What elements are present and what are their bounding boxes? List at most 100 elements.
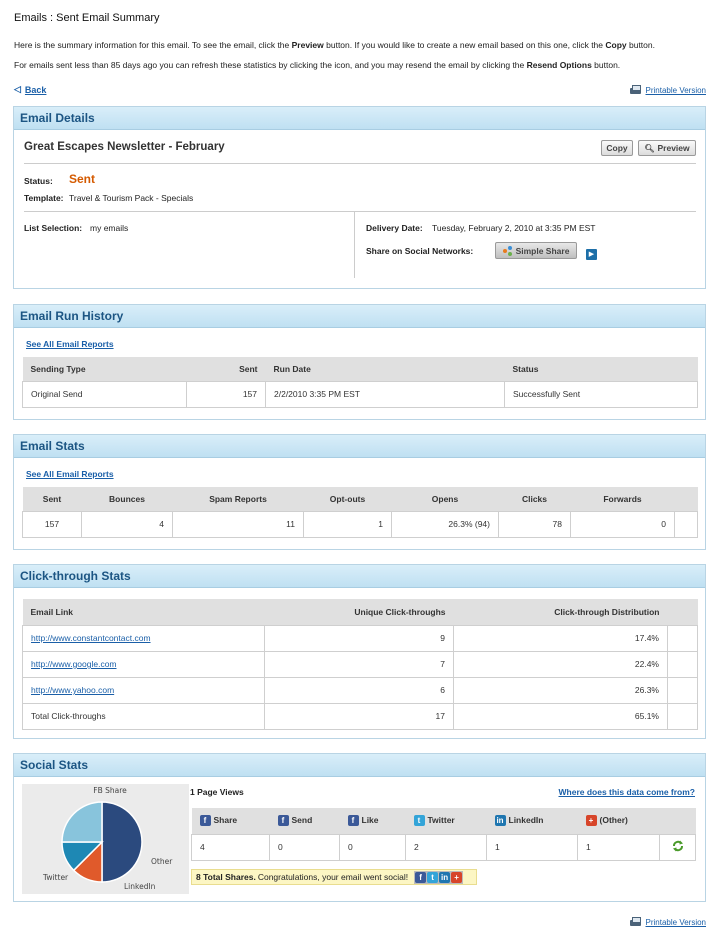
table-cell: 4 xyxy=(81,510,173,538)
social-pie-chart: FB Share Other LinkedIn Twitter xyxy=(22,784,189,894)
template-label: Template: xyxy=(24,193,64,203)
refresh-icon[interactable] xyxy=(672,840,684,852)
email-stats-heading: Email Stats xyxy=(14,435,705,458)
plus-icon: + xyxy=(451,871,463,883)
email-stats-panel: Email Stats See All Email Reports Sent B… xyxy=(13,434,706,550)
printable-version-bottom[interactable]: Printable Version xyxy=(629,917,706,927)
column-header: Unique Click-throughs xyxy=(264,599,454,625)
link-url[interactable]: http://www.yahoo.com xyxy=(31,685,114,695)
preview-button[interactable]: 🔍︎ Preview xyxy=(638,140,696,156)
see-all-reports-link[interactable]: See All Email Reports xyxy=(26,339,114,349)
table-cell: 65.1% xyxy=(453,702,668,730)
column-header: Spam Reports xyxy=(172,487,304,511)
printable-version-link[interactable]: Printable Version xyxy=(646,86,706,95)
social-stats-heading: Social Stats xyxy=(14,754,705,777)
table-cell: 0 xyxy=(339,833,406,861)
data-source-link[interactable]: Where does this data come from? xyxy=(559,787,696,797)
email-details-panel: Email Details Great Escapes Newsletter -… xyxy=(13,106,706,289)
intro-text-preview: Here is the summary information for this… xyxy=(14,40,655,50)
column-header-send: f Send xyxy=(269,808,340,834)
back-link[interactable]: ◁ Back xyxy=(14,84,46,95)
table-cell: 6 xyxy=(264,676,454,704)
table-cell: 26.3% (94) xyxy=(391,510,499,538)
column-header: Forwards xyxy=(570,487,675,511)
simple-share-button[interactable]: Simple Share xyxy=(495,242,577,259)
pie-label-fb-share: FB Share xyxy=(93,786,127,795)
column-header: Sending Type xyxy=(22,357,187,381)
list-selection-value: my emails xyxy=(90,223,129,233)
facebook-icon: f xyxy=(415,871,427,883)
see-all-reports-link[interactable]: See All Email Reports xyxy=(26,469,114,479)
table-cell: 2/2/2010 3:35 PM EST xyxy=(265,380,505,408)
table-cell xyxy=(659,833,696,861)
table-cell: 1 xyxy=(303,510,392,538)
table-row: http://www.yahoo.com 6 26.3% xyxy=(22,676,698,704)
pie-chart-svg: FB Share Other LinkedIn Twitter xyxy=(42,786,173,891)
clickthrough-table: Email Link Unique Click-throughs Click-t… xyxy=(22,599,698,730)
table-cell: 7 xyxy=(264,650,454,678)
column-header: Bounces xyxy=(81,487,173,511)
status-badge: Sent xyxy=(69,172,96,186)
template-value: Travel & Tourism Pack - Specials xyxy=(69,193,194,203)
play-icon[interactable]: ▶ xyxy=(586,249,597,260)
email-stats-table: Sent Bounces Spam Reports Opt-outs Opens… xyxy=(22,487,698,538)
linkedin-icon: in xyxy=(439,871,451,883)
page-views: 1 Page Views xyxy=(190,787,244,797)
table-header-row: Email Link Unique Click-throughs Click-t… xyxy=(22,599,698,625)
table-row: http://www.google.com 7 22.4% xyxy=(22,650,698,678)
table-cell: 22.4% xyxy=(453,650,668,678)
column-header-like: f Like xyxy=(339,808,406,834)
column-header-spacer xyxy=(667,599,698,625)
column-header-twitter: t Twitter xyxy=(405,808,487,834)
pie-slice-fb-share xyxy=(101,801,143,883)
column-header: Email Link xyxy=(22,599,265,625)
printer-icon xyxy=(629,85,642,95)
table-cell: 9 xyxy=(264,624,454,652)
printable-version-top[interactable]: Printable Version xyxy=(629,85,706,95)
column-header: Opens xyxy=(391,487,499,511)
facebook-icon: f xyxy=(199,815,211,827)
printable-version-link[interactable]: Printable Version xyxy=(646,918,706,927)
clickthrough-stats-panel: Click-through Stats Email Link Unique Cl… xyxy=(13,564,706,739)
table-cell: 17 xyxy=(264,702,454,730)
column-header-spacer xyxy=(674,487,698,511)
total-shares-bar: 8 Total Shares. Congratulations, your em… xyxy=(191,869,477,885)
intro-text-refresh: For emails sent less than 85 days ago yo… xyxy=(14,60,621,70)
table-cell: 157 xyxy=(22,510,82,538)
magnifier-icon: 🔍︎ xyxy=(644,143,655,153)
printer-icon xyxy=(629,917,642,927)
clickthrough-stats-heading: Click-through Stats xyxy=(14,565,705,588)
vertical-divider xyxy=(354,212,355,278)
column-header: Status xyxy=(504,357,698,381)
copy-button[interactable]: Copy xyxy=(601,140,633,156)
link-url[interactable]: http://www.google.com xyxy=(31,659,117,669)
congrats-message: Congratulations, your email went social! xyxy=(257,872,409,882)
table-cell: 0 xyxy=(269,833,340,861)
table-cell xyxy=(667,650,698,678)
table-cell: 1 xyxy=(577,833,660,861)
table-cell: Original Send xyxy=(22,380,187,408)
facebook-icon: f xyxy=(347,815,359,827)
preview-button-label: Preview xyxy=(657,143,690,153)
copy-button-label: Copy xyxy=(606,143,628,153)
pie-slice-twitter xyxy=(61,801,103,843)
table-cell: 1 xyxy=(486,833,578,861)
divider xyxy=(24,163,696,164)
link-url[interactable]: http://www.constantcontact.com xyxy=(31,633,151,643)
table-header-row: Sent Bounces Spam Reports Opt-outs Opens… xyxy=(22,487,698,511)
pie-label-twitter: Twitter xyxy=(42,873,69,882)
status-label: Status: xyxy=(24,176,53,186)
facebook-icon: f xyxy=(277,815,289,827)
table-cell: 26.3% xyxy=(453,676,668,704)
table-cell: 157 xyxy=(186,380,266,408)
back-link-label[interactable]: Back xyxy=(25,85,47,95)
table-header-row: Sending Type Sent Run Date Status xyxy=(22,357,698,381)
pie-label-linkedin: LinkedIn xyxy=(124,882,156,891)
plus-icon: + xyxy=(585,815,597,827)
table-header-row: f Share f Send f Like t Twitter in LinkedIn +… xyxy=(191,808,696,834)
pie-label-other: Other xyxy=(151,857,173,866)
twitter-icon: t xyxy=(427,871,439,883)
column-header: Sent xyxy=(186,357,266,381)
share-icon xyxy=(502,245,513,256)
delivery-date-value: Tuesday, February 2, 2010 at 3:35 PM EST xyxy=(432,223,596,233)
